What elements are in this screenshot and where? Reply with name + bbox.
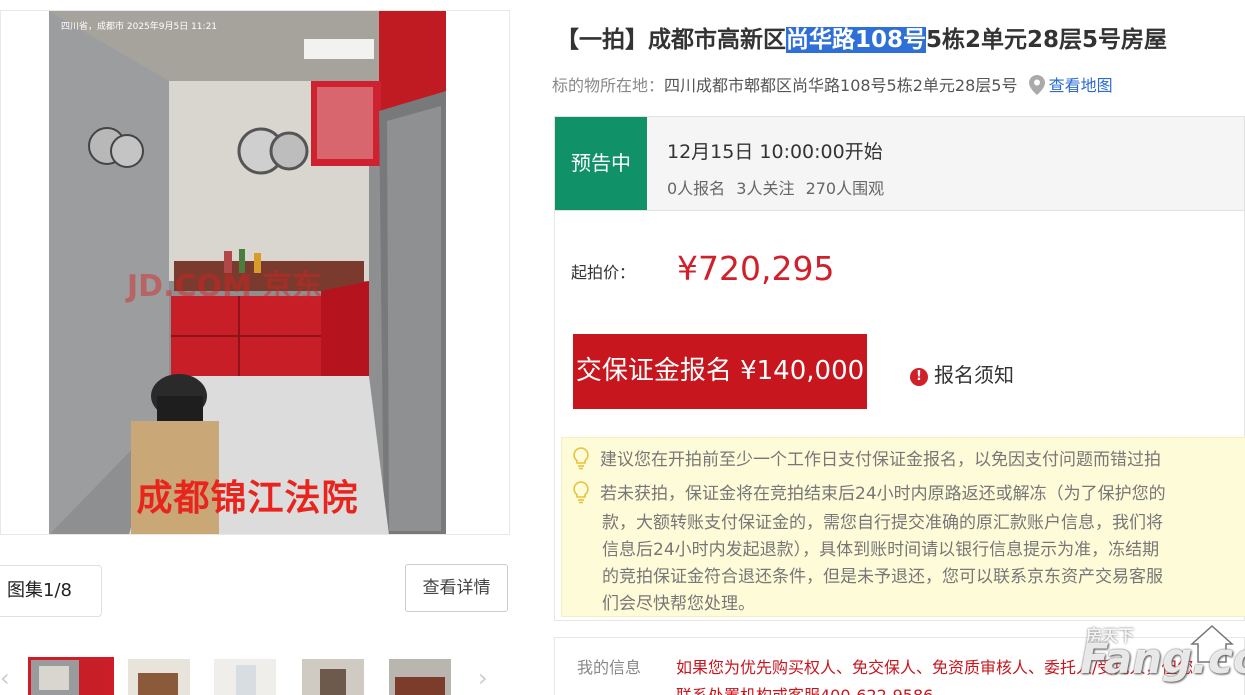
lot-title: 【一拍】成都市高新区尚华路108号5栋2单元28层5号房屋 xyxy=(556,20,1167,54)
watermark-brand: Fang.com xyxy=(1080,634,1245,683)
photo-timestamp: 四川省，成都市 2025年9月5日 11:21 xyxy=(61,22,218,32)
view-map-link[interactable]: 查看地图 xyxy=(1049,76,1113,95)
tip-text-continued: 们会尽快帮您处理。 xyxy=(602,594,755,614)
deposit-tips-box: 建议您在开拍前至少一个工作日支付保证金报名，以免因支付问题而错过拍 若未获拍，保… xyxy=(561,437,1245,617)
thumbnail[interactable] xyxy=(128,659,190,695)
warning-icon: ! xyxy=(910,368,928,386)
tip-item: 若未获拍，保证金将在竞拍结束后24小时内原路返还或解冻（为了保护您的 xyxy=(570,480,1166,509)
lot-title-highlight: 尚华路108号 xyxy=(786,27,927,53)
thumbnail[interactable] xyxy=(389,659,451,695)
thumb-next-arrow[interactable]: › xyxy=(478,663,494,693)
tip-text: 建议您在开拍前至少一个工作日支付保证金报名，以免因支付问题而错过拍 xyxy=(600,450,1161,470)
thumbnail-strip: ‹ › xyxy=(0,655,520,695)
main-photo-frame[interactable]: JD.COM 京东 四川省，成都市 2025年9月5日 11:21 成都锦江法院 xyxy=(0,10,510,535)
follower-count: 3人关注 xyxy=(736,179,795,198)
auction-stats: 0人报名 3人关注 270人围观 xyxy=(667,175,890,199)
thumb-prev-arrow[interactable]: ‹ xyxy=(0,663,16,693)
thumbnail[interactable] xyxy=(214,659,276,695)
my-info-label: 我的信息 xyxy=(577,658,642,677)
price-box: 起拍价： ¥720,295 交保证金报名 ¥140,000 ! 报名须知 建议您在… xyxy=(554,211,1245,621)
lightbulb-icon xyxy=(573,481,589,504)
viewer-count: 270人围观 xyxy=(805,179,885,198)
main-photo[interactable]: JD.COM 京东 四川省，成都市 2025年9月5日 11:21 成都锦江法院 xyxy=(49,11,446,534)
location-value: 四川成都市郫都区尚华路108号5栋2单元28层5号 xyxy=(664,76,1018,95)
gallery-count[interactable]: 图集1/8 xyxy=(0,565,102,617)
site-watermark-logo: 房天下 Fang.com xyxy=(1070,620,1245,688)
photo-gallery: JD.COM 京东 四川省，成都市 2025年9月5日 11:21 成都锦江法院… xyxy=(0,0,530,695)
tip-text-continued: 款，大额转账支付保证金的，需您自行提交准确的原汇款账户信息，我们将 xyxy=(602,513,1163,533)
location-label: 标的物所在地： xyxy=(552,76,665,95)
lot-title-prefix: 【一拍】成都市高新区 xyxy=(556,27,786,53)
tip-text-continued: 的竞拍保证金符合退还条件，但是未予退还，您可以联系京东资产交易客服 xyxy=(602,567,1163,587)
signup-count: 0人报名 xyxy=(667,179,726,198)
status-badge: 预告中 xyxy=(555,117,647,210)
signup-notice-link[interactable]: ! 报名须知 xyxy=(910,359,1014,388)
photo-faint-watermark: JD.COM 京东 xyxy=(127,269,323,304)
location-row: 标的物所在地：四川成都市郫都区尚华路108号5栋2单元28层5号 查看地图 xyxy=(552,72,1113,96)
thumbnail[interactable] xyxy=(302,659,364,695)
signup-notice-label: 报名须知 xyxy=(934,363,1014,387)
auction-status-box: 预告中 12月15日 10:00:00开始 0人报名 3人关注 270人围观 xyxy=(554,116,1245,211)
lot-info-panel: 【一拍】成都市高新区尚华路108号5栋2单元28层5号房屋 标的物所在地：四川成… xyxy=(552,0,1245,695)
tip-item: 建议您在开拍前至少一个工作日支付保证金报名，以免因支付问题而错过拍 xyxy=(570,446,1161,475)
tip-text: 若未获拍，保证金将在竞拍结束后24小时内原路返还或解冻（为了保护您的 xyxy=(600,484,1166,504)
map-pin-icon xyxy=(1028,75,1045,95)
view-details-button[interactable]: 查看详情 xyxy=(405,564,508,612)
lot-title-suffix: 5栋2单元28层5号房屋 xyxy=(926,27,1168,53)
thumbnail[interactable] xyxy=(28,657,114,695)
start-price-value: ¥720,295 xyxy=(677,249,835,288)
start-price-label: 起拍价： xyxy=(571,263,636,282)
auction-start-time: 12月15日 10:00:00开始 xyxy=(667,141,883,163)
tip-text-continued: 信息后24小时内发起退款），具体到账时间请以银行信息提示为准，冻结期 xyxy=(602,540,1160,560)
pay-deposit-button[interactable]: 交保证金报名 ¥140,000 xyxy=(573,334,867,409)
court-watermark: 成都锦江法院 xyxy=(136,478,359,519)
lightbulb-icon xyxy=(573,447,589,470)
